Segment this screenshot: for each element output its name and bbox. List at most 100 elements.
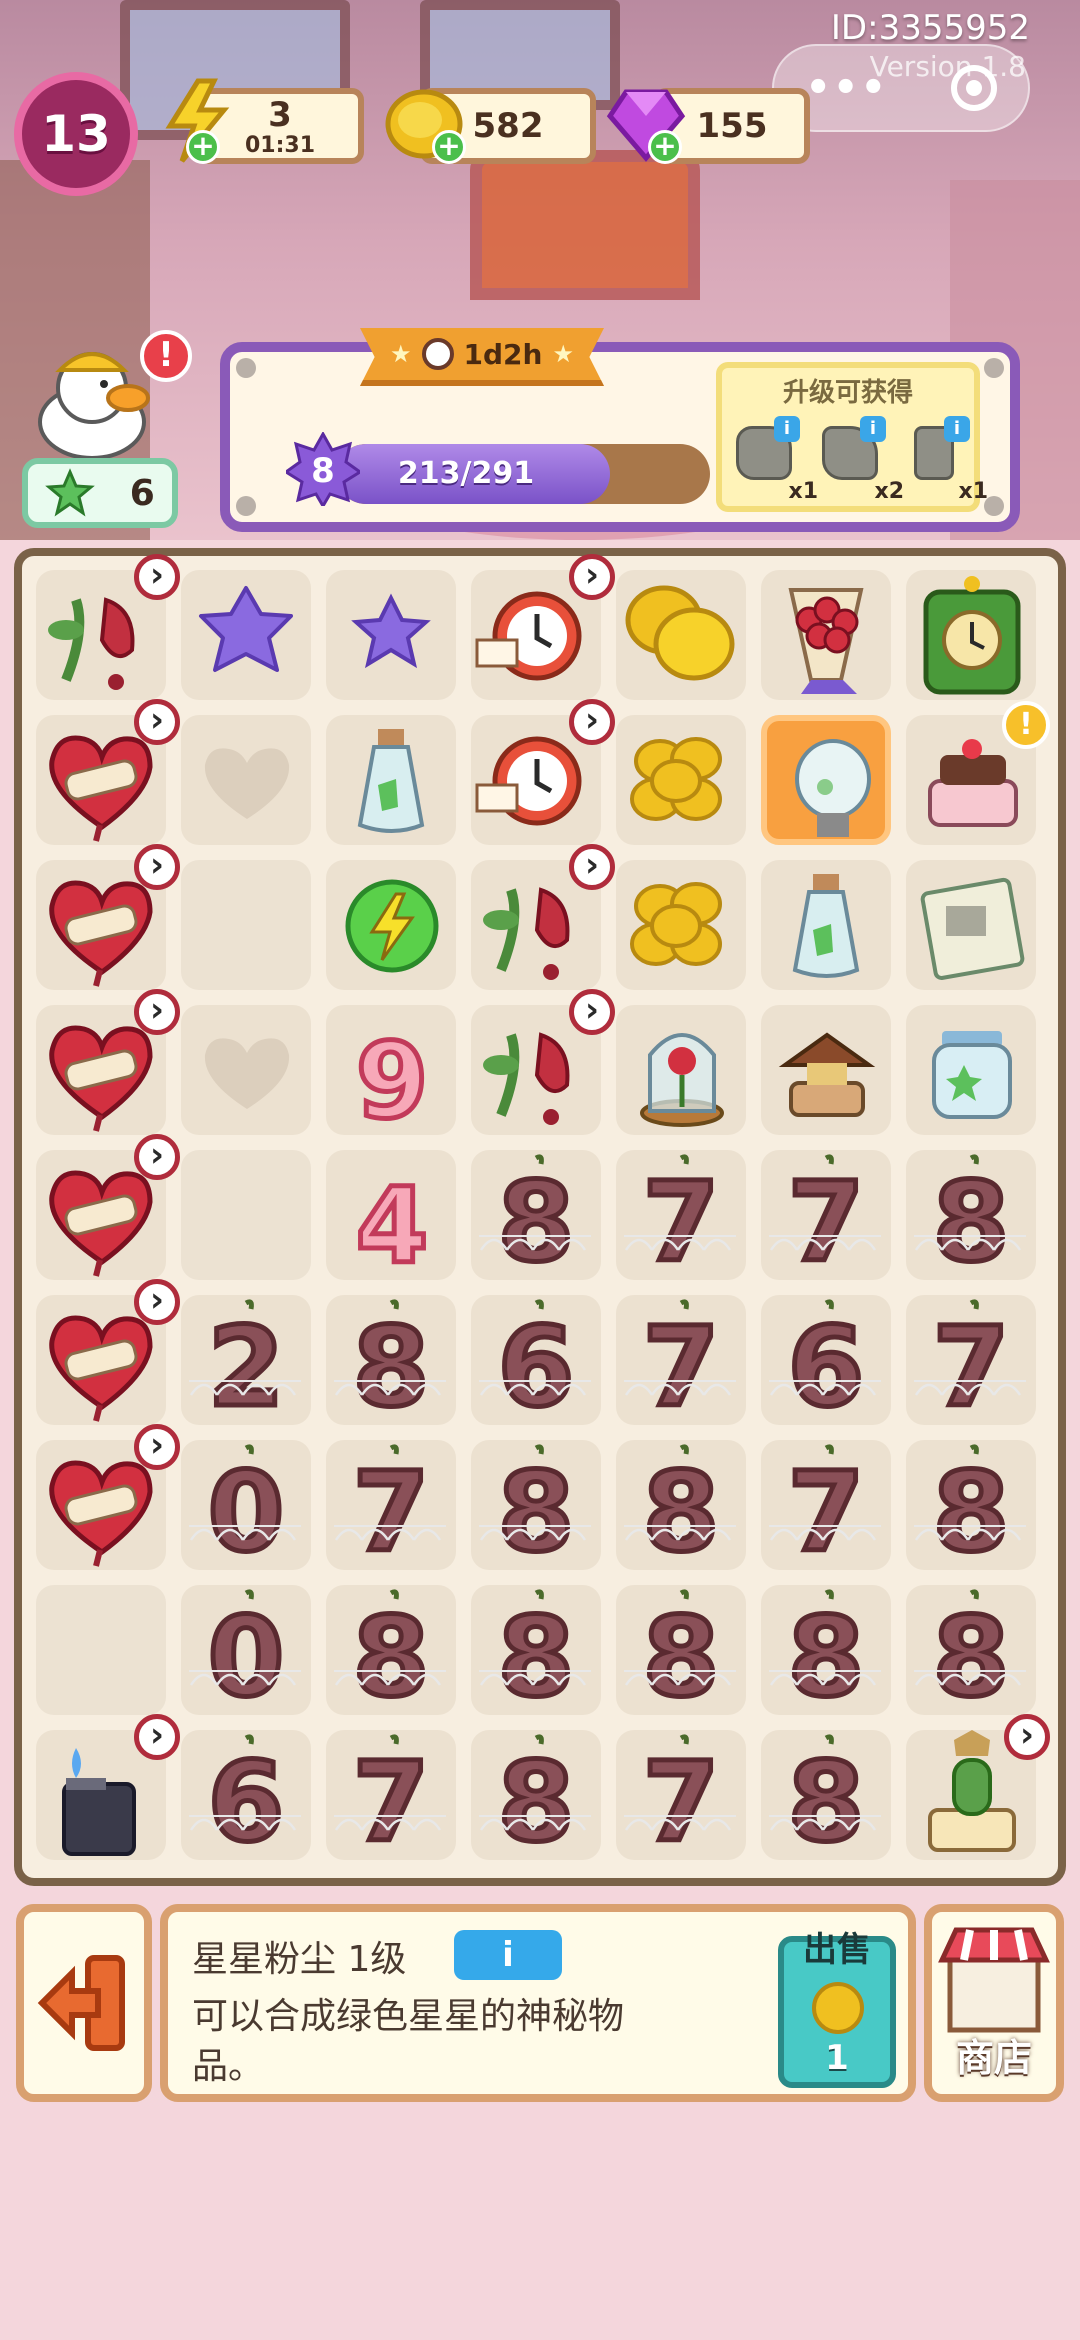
reward-info-icon[interactable]: i [774, 416, 800, 442]
board-cell-wilted-rose[interactable] [36, 554, 180, 700]
svg-text:8: 8 [788, 1738, 865, 1860]
board-cell-coin-stack-big[interactable] [616, 860, 746, 990]
webbed-8-icon: 8 [914, 1444, 1026, 1579]
clock-icon [421, 338, 454, 370]
svg-text:7: 7 [643, 1158, 720, 1280]
board-cell-webbed-8[interactable]: 8 [471, 1440, 601, 1579]
board-cell-empty[interactable] [36, 1585, 166, 1715]
board-cell-webbed-7[interactable]: 7 [906, 1295, 1036, 1434]
board-cell-bottle-star[interactable] [761, 860, 891, 990]
board-cell-webbed-8[interactable]: 8 [471, 1150, 601, 1289]
board-cell-cactus-june[interactable] [906, 1714, 1050, 1860]
reward-info-icon[interactable]: i [860, 416, 886, 442]
board-cell-webbed-8[interactable]: 8 [616, 1585, 746, 1724]
board-cell-bandaged-heart[interactable] [36, 989, 180, 1135]
board-cell-energy-orb[interactable] [326, 860, 456, 990]
board-cell-webbed-6[interactable]: 6 [761, 1295, 891, 1434]
board-cell-webbed-8[interactable]: 8 [761, 1585, 891, 1724]
board-cell-webbed-6[interactable]: 6 [471, 1295, 601, 1434]
board-cell-green-clock[interactable] [906, 570, 1036, 700]
svg-text:0: 0 [208, 1448, 285, 1570]
board-cell-lightbulb[interactable] [761, 715, 891, 845]
svg-text:7: 7 [353, 1448, 430, 1570]
board-cell-bottle-green[interactable] [326, 715, 456, 845]
player-level-badge[interactable]: 13 [14, 72, 138, 196]
reward-stone-rock[interactable]: i x1 [736, 416, 818, 504]
board-cell-webbed-8[interactable]: 8 [761, 1730, 891, 1869]
board-cell-wilted-rose[interactable] [471, 989, 615, 1135]
board-cell-rose-dome[interactable] [616, 1005, 746, 1135]
board-cell-star-dust-small[interactable] [326, 570, 456, 700]
svg-text:7: 7 [643, 1303, 720, 1425]
board-cell-newspaper[interactable] [906, 860, 1036, 990]
board-cell-webbed-8[interactable]: 8 [616, 1440, 746, 1579]
board-cell-star-jar[interactable] [906, 1005, 1036, 1135]
empty-heart-icon [204, 748, 290, 819]
board-cell-webbed-2[interactable]: 2 [181, 1295, 311, 1434]
board-cell-empty-heart[interactable] [181, 1005, 311, 1135]
board-cell-bandaged-heart[interactable] [36, 1279, 180, 1425]
board-cell-empty[interactable] [181, 1150, 311, 1280]
board-cell-webbed-0[interactable]: 0 [181, 1585, 311, 1724]
board-cell-cake[interactable]: ! [906, 701, 1050, 845]
board-cell-candle-4[interactable]: 4 [326, 1150, 456, 1290]
close-mini-program-icon[interactable] [950, 65, 997, 111]
board-cell-candle-9[interactable]: 9 [326, 1005, 456, 1145]
coin-icon [812, 1982, 864, 2034]
mini-program-capsule[interactable]: ••• [772, 44, 1030, 132]
board-cell-bandaged-heart[interactable] [36, 1134, 180, 1280]
clover-counter[interactable]: 6 [22, 458, 178, 528]
board-cell-lighter[interactable] [36, 1714, 180, 1860]
board-cell-webbed-8[interactable]: 8 [906, 1440, 1036, 1579]
shop-icon [938, 1927, 1050, 2033]
board-cell-webbed-8[interactable]: 8 [326, 1295, 456, 1434]
board-cell-star-dust[interactable] [181, 570, 311, 700]
webbed-0-icon: 0 [189, 1444, 301, 1579]
board-cell-music-box[interactable] [761, 1005, 891, 1135]
board-cell-webbed-7[interactable]: 7 [761, 1150, 891, 1289]
svg-text:7: 7 [353, 1738, 430, 1860]
board-cell-rose-bouquet[interactable] [761, 570, 891, 700]
add-coins-button[interactable]: + [432, 130, 466, 164]
board-cell-coin-stack[interactable] [616, 715, 746, 845]
board-cell-webbed-8[interactable]: 8 [906, 1585, 1036, 1724]
reward-stone-pillar[interactable]: i x1 [906, 416, 988, 504]
board-cell-webbed-7[interactable]: 7 [326, 1730, 456, 1869]
board-cell-webbed-7[interactable]: 7 [326, 1440, 456, 1579]
webbed-8-icon: 8 [914, 1154, 1026, 1289]
board-cell-webbed-8[interactable]: 8 [471, 1585, 601, 1724]
more-menu-icon[interactable]: ••• [805, 65, 888, 111]
board-cell-alarm-clock[interactable] [471, 554, 615, 700]
sell-price: 1 [825, 2038, 849, 2078]
coins-value: 582 [472, 106, 544, 146]
board-cell-alarm-clock[interactable] [471, 699, 615, 845]
board-cell-empty[interactable] [181, 860, 311, 990]
board-cell-bandaged-heart[interactable] [36, 1424, 180, 1570]
board-cell-webbed-7[interactable]: 7 [761, 1440, 891, 1579]
timer-badge-icon [569, 844, 615, 890]
board-cell-webbed-0[interactable]: 0 [181, 1440, 311, 1579]
sell-button[interactable]: 出售 1 [778, 1930, 896, 2088]
board-cell-webbed-7[interactable]: 7 [616, 1150, 746, 1289]
board-cell-webbed-8[interactable]: 8 [906, 1150, 1036, 1289]
timer-badge-icon [134, 699, 180, 745]
item-info-button[interactable]: i [454, 1930, 562, 1980]
shop-button[interactable]: 商店 [924, 1904, 1064, 2102]
board-cell-bandaged-heart[interactable] [36, 844, 180, 990]
board-cell-webbed-8[interactable]: 8 [471, 1730, 601, 1869]
board-cell-webbed-6[interactable]: 6 [181, 1730, 311, 1869]
board-cell-webbed-7[interactable]: 7 [616, 1730, 746, 1869]
reward-info-icon[interactable]: i [944, 416, 970, 442]
board-cell-bandaged-heart[interactable] [36, 699, 180, 845]
board-cell-webbed-7[interactable]: 7 [616, 1295, 746, 1434]
exit-button[interactable] [16, 1904, 152, 2102]
reward-stone-rubble[interactable]: i x2 [822, 416, 904, 504]
board-cell-webbed-8[interactable]: 8 [326, 1585, 456, 1724]
board-cell-empty-heart[interactable] [181, 715, 311, 845]
svg-text:8: 8 [498, 1593, 575, 1715]
board-cell-wilted-rose[interactable] [471, 844, 615, 990]
svg-text:4: 4 [356, 1165, 428, 1280]
add-energy-button[interactable]: + [186, 130, 220, 164]
board-cell-coins-pile[interactable] [616, 570, 746, 700]
add-gems-button[interactable]: + [648, 130, 682, 164]
